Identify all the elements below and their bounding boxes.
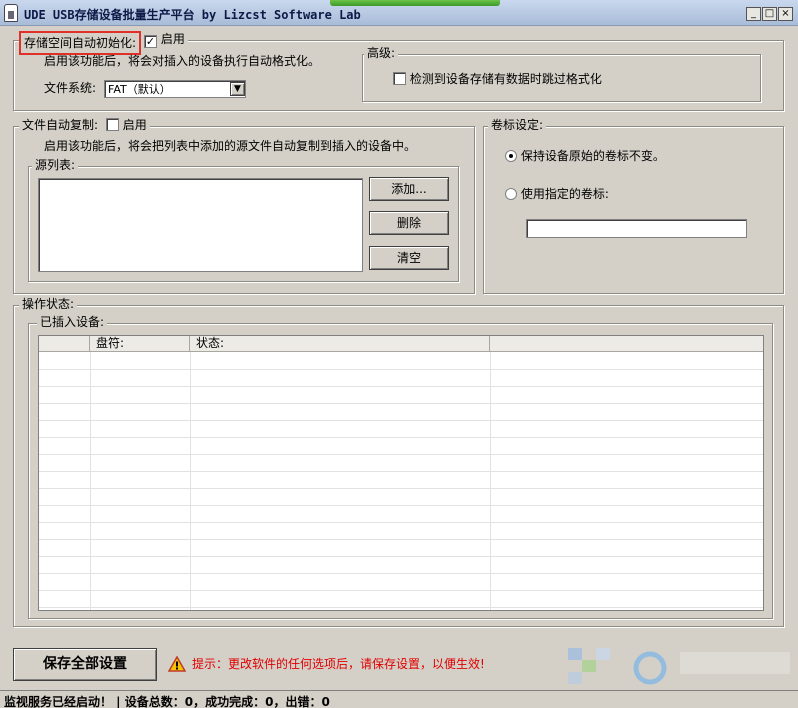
table-row-line	[39, 522, 763, 523]
advanced-legend: 高级:	[364, 46, 399, 61]
window-title: UDE USB存储设备批量生产平台 by Lizcst Software Lab	[24, 8, 361, 22]
format-legend-highlight: 存储空间自动初始化:	[19, 31, 142, 55]
skip-format-label: 检测到设备存储有数据时跳过格式化	[409, 72, 602, 86]
source-list-legend: 源列表:	[32, 158, 79, 173]
add-source-button[interactable]: 添加...	[369, 177, 449, 201]
table-row-line	[39, 590, 763, 591]
status-bar: 监视服务已经启动！ | 设备总数：0，成功完成：0，出错：0	[0, 690, 798, 708]
table-column-line	[190, 352, 191, 610]
copy-enable-label: 启用	[122, 118, 147, 132]
volume-label-input[interactable]	[526, 219, 747, 238]
copy-description: 启用该功能后，将会把列表中添加的源文件自动复制到插入的设备中。	[44, 139, 417, 153]
column-header-status[interactable]: 状态:	[190, 336, 490, 352]
status-bar-text: 监视服务已经启动！ | 设备总数：0，成功完成：0，出错：0	[4, 695, 330, 708]
save-all-button[interactable]: 保存全部设置	[13, 648, 157, 681]
format-enable-row[interactable]: ✓ 启用	[141, 32, 188, 48]
format-enable-checkbox[interactable]: ✓	[144, 35, 157, 48]
close-button[interactable]: ×	[778, 7, 793, 21]
device-table[interactable]: 盘符: 状态:	[38, 335, 764, 611]
table-column-line	[90, 352, 91, 610]
copy-legend: 文件自动复制:	[22, 118, 99, 132]
table-row-line	[39, 386, 763, 387]
minimize-button[interactable]: _	[746, 7, 761, 21]
filesystem-value: FAT（默认）	[108, 83, 171, 96]
copy-legend-row: 文件自动复制: 启用	[19, 118, 150, 133]
keep-volume-label: 保持设备原始的卷标不变。	[520, 149, 665, 163]
column-header-drive[interactable]: 盘符:	[90, 336, 190, 352]
table-row-line	[39, 369, 763, 370]
table-row-line	[39, 437, 763, 438]
title-progress-bar	[330, 0, 500, 6]
watermark-logo	[560, 640, 798, 690]
format-legend: 存储空间自动初始化:	[24, 36, 137, 50]
skip-format-checkbox[interactable]	[393, 72, 406, 85]
table-row-line	[39, 454, 763, 455]
source-file-list[interactable]	[38, 178, 363, 272]
warning-icon	[167, 655, 187, 672]
format-description: 启用该功能后，将会对插入的设备执行自动格式化。	[44, 54, 321, 68]
keep-volume-row[interactable]: 保持设备原始的卷标不变。	[505, 149, 665, 164]
filesystem-label: 文件系统:	[44, 81, 97, 95]
chevron-down-icon[interactable]: ▼	[230, 82, 245, 96]
delete-source-button[interactable]: 删除	[369, 211, 449, 235]
filesystem-select[interactable]: FAT（默认） ▼	[104, 80, 246, 98]
use-volume-radio[interactable]	[505, 188, 517, 200]
use-volume-label: 使用指定的卷标:	[520, 187, 609, 201]
table-column-line	[490, 352, 491, 610]
table-row-line	[39, 488, 763, 489]
copy-enable-checkbox[interactable]	[105, 118, 119, 131]
volume-legend: 卷标设定:	[488, 118, 547, 133]
table-row-line	[39, 573, 763, 574]
table-row-line	[39, 607, 763, 608]
save-warning-text: 提示：更改软件的任何选项后，请保存设置，以便生效!	[192, 657, 485, 671]
format-enable-label: 启用	[160, 32, 185, 46]
status-legend: 操作状态:	[19, 297, 78, 312]
use-volume-row[interactable]: 使用指定的卷标:	[505, 187, 609, 202]
keep-volume-radio[interactable]	[505, 150, 517, 162]
table-row-line	[39, 420, 763, 421]
table-row-line	[39, 556, 763, 557]
maximize-button[interactable]: □	[762, 7, 777, 21]
skip-format-row[interactable]: 检测到设备存储有数据时跳过格式化	[393, 72, 602, 87]
usb-drive-icon	[4, 4, 18, 22]
devices-legend: 已插入设备:	[37, 315, 108, 330]
table-row-line	[39, 539, 763, 540]
column-header-index[interactable]	[39, 336, 90, 352]
table-row-line	[39, 505, 763, 506]
table-row-line	[39, 403, 763, 404]
title-bar[interactable]: UDE USB存储设备批量生产平台 by Lizcst Software Lab…	[0, 0, 798, 26]
clear-source-button[interactable]: 清空	[369, 246, 449, 270]
column-header-extra[interactable]	[490, 336, 763, 352]
table-row-line	[39, 471, 763, 472]
